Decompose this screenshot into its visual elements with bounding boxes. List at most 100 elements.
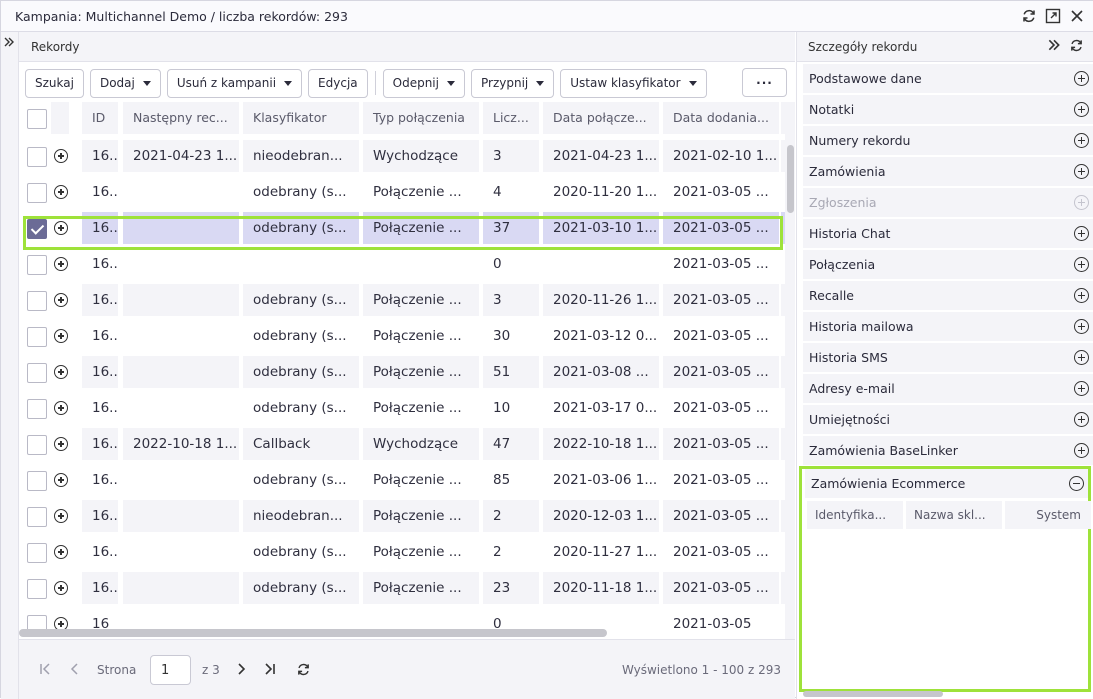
row-checkbox[interactable] — [27, 147, 47, 167]
select-all-checkbox[interactable] — [27, 109, 47, 129]
expand-section-plus-icon[interactable] — [1074, 443, 1089, 458]
detail-section-header[interactable]: Historia SMS — [803, 343, 1093, 372]
expand-row-plus-icon[interactable] — [54, 473, 68, 487]
refresh-details-icon[interactable] — [1069, 38, 1084, 57]
vertical-scrollbar[interactable] — [785, 102, 795, 640]
detail-section-header[interactable]: Historia Chat — [803, 219, 1093, 248]
prev-page-icon[interactable] — [68, 662, 82, 679]
row-checkbox[interactable] — [27, 579, 47, 599]
column-header[interactable]: Typ połączenia — [363, 102, 479, 134]
expand-row-plus-icon[interactable] — [54, 401, 68, 415]
table-row[interactable]: 16...odebrany (s...Połączenie ...512021-… — [19, 354, 785, 390]
column-header[interactable]: ID — [82, 102, 118, 134]
ecommerce-orders-header[interactable]: Zamówienia Ecommerce — [805, 469, 1088, 498]
expand-section-plus-icon[interactable] — [1074, 133, 1089, 148]
detail-section-header[interactable]: Podstawowe dane — [803, 64, 1093, 93]
horizontal-scroll-thumb[interactable] — [19, 629, 607, 637]
table-row[interactable]: 16...odebrany (s...Połączenie ...302021-… — [19, 318, 785, 354]
edit-button[interactable]: Edycja — [308, 68, 368, 98]
expand-section-plus-icon[interactable] — [1074, 71, 1089, 86]
table-row[interactable]: 16... odebrany (s...Połączenie ...232020-… — [19, 570, 785, 606]
vertical-scroll-thumb[interactable] — [787, 145, 794, 213]
expand-section-plus-icon[interactable] — [1074, 226, 1089, 241]
detail-section-header[interactable]: Recalle — [803, 281, 1093, 310]
expand-row-plus-icon[interactable] — [54, 545, 68, 559]
expand-row-plus-icon[interactable] — [54, 437, 68, 451]
row-checkbox[interactable] — [27, 507, 47, 527]
collapsed-left-rail[interactable] — [1, 32, 19, 699]
expand-row-plus-icon[interactable] — [54, 581, 68, 595]
column-header-system[interactable]: System — [1005, 501, 1091, 529]
expand-section-plus-icon[interactable] — [1074, 102, 1089, 117]
expand-chevron-icon[interactable] — [3, 36, 15, 52]
column-header[interactable]: Następny rec... — [123, 102, 239, 134]
expand-row-plus-icon[interactable] — [54, 257, 68, 271]
row-checkbox[interactable] — [27, 363, 47, 383]
expand-row-plus-icon[interactable] — [54, 365, 68, 379]
detail-section-header[interactable]: Numery rekordu — [803, 126, 1093, 155]
row-checkbox[interactable] — [27, 183, 47, 203]
table-row[interactable]: 16...odebrany (s...Połączenie ...372021-… — [19, 210, 785, 246]
search-button[interactable]: Szukaj — [25, 68, 84, 98]
expand-section-plus-icon[interactable] — [1074, 288, 1089, 303]
detail-section-header[interactable]: Umiejętności — [803, 405, 1093, 434]
row-checkbox[interactable] — [27, 471, 47, 491]
expand-section-plus-icon[interactable] — [1074, 164, 1089, 179]
unpin-button[interactable]: Odepnij — [382, 68, 465, 98]
row-checkbox[interactable] — [27, 291, 47, 311]
expand-row-plus-icon[interactable] — [54, 293, 68, 307]
expand-row-plus-icon[interactable] — [54, 185, 68, 199]
details-horizontal-scroll-thumb[interactable] — [803, 691, 943, 697]
expand-section-plus-icon[interactable] — [1074, 319, 1089, 334]
table-row[interactable]: 16...2022-10-18 1...CallbackWychodzące47… — [19, 426, 785, 462]
pin-button[interactable]: Przypnij — [470, 68, 555, 98]
table-row[interactable]: 16...odebrany (s...Połączenie ...102021-… — [19, 390, 785, 426]
reload-icon[interactable] — [296, 662, 311, 680]
row-checkbox[interactable] — [27, 255, 47, 275]
column-header[interactable]: Klasyfikator — [243, 102, 359, 134]
column-header-identifier[interactable]: Identyfika... — [807, 501, 903, 529]
column-header[interactable]: Data połącze... — [543, 102, 659, 134]
expand-section-plus-icon[interactable] — [1074, 257, 1089, 272]
table-row[interactable]: 16...odebrany (s...Połączenie ...852021-… — [19, 462, 785, 498]
expand-row-plus-icon[interactable] — [54, 329, 68, 343]
expand-section-plus-icon[interactable] — [1074, 412, 1089, 427]
detail-section-header[interactable]: Historia mailowa — [803, 312, 1093, 341]
expand-section-plus-icon[interactable] — [1074, 381, 1089, 396]
row-checkbox[interactable] — [27, 219, 47, 239]
table-row[interactable]: 16... nieodebran...Połączenie ...22020-12… — [19, 498, 785, 534]
detail-section-header[interactable]: Zamówienia BaseLinker — [803, 436, 1093, 465]
set-classifier-button[interactable]: Ustaw klasyfikator — [560, 68, 707, 98]
table-row[interactable]: 16... 0 2021-03-05 ... — [19, 246, 785, 282]
expand-section-plus-icon[interactable] — [1074, 350, 1089, 365]
detail-section-header[interactable]: Notatki — [803, 95, 1093, 124]
collapse-panel-icon[interactable] — [1047, 38, 1061, 57]
page-number-input[interactable] — [150, 655, 191, 685]
more-actions-button[interactable]: ··· — [742, 68, 787, 97]
column-header[interactable]: Data dodania... — [663, 102, 779, 134]
row-checkbox[interactable] — [27, 435, 47, 455]
column-header[interactable]: Licz... — [483, 102, 539, 134]
table-row[interactable]: 16...2021-04-23 1...nieodebran...Wychodz… — [19, 138, 785, 174]
expand-row-plus-icon[interactable] — [54, 149, 68, 163]
refresh-icon[interactable] — [1020, 7, 1038, 25]
add-button[interactable]: Dodaj — [89, 68, 161, 98]
row-checkbox[interactable] — [27, 327, 47, 347]
next-page-icon[interactable] — [234, 662, 248, 679]
close-icon[interactable] — [1068, 7, 1086, 25]
expand-row-plus-icon[interactable] — [54, 221, 68, 235]
row-checkbox[interactable] — [27, 543, 47, 563]
detail-section-header[interactable]: Połączenia — [803, 250, 1093, 279]
table-row[interactable]: 16... odebrany (s...Połączenie ...32020-1… — [19, 282, 785, 318]
first-page-icon[interactable] — [38, 662, 52, 679]
table-row[interactable]: 16... odebrany (s...Połączenie ...22020-1… — [19, 534, 785, 570]
row-checkbox[interactable] — [27, 399, 47, 419]
detail-section-header[interactable]: Zamówienia — [803, 157, 1093, 186]
table-row[interactable]: 16... odebrany (s...Połączenie ...42020-1… — [19, 174, 785, 210]
remove-from-campaign-button[interactable]: Usuń z kampanii — [166, 68, 303, 98]
popout-icon[interactable] — [1044, 7, 1062, 25]
collapse-section-icon[interactable] — [1069, 476, 1084, 491]
detail-section-header[interactable]: Adresy e-mail — [803, 374, 1093, 403]
expand-row-plus-icon[interactable] — [54, 509, 68, 523]
column-header-store-name[interactable]: Nazwa skl... — [906, 501, 1002, 529]
